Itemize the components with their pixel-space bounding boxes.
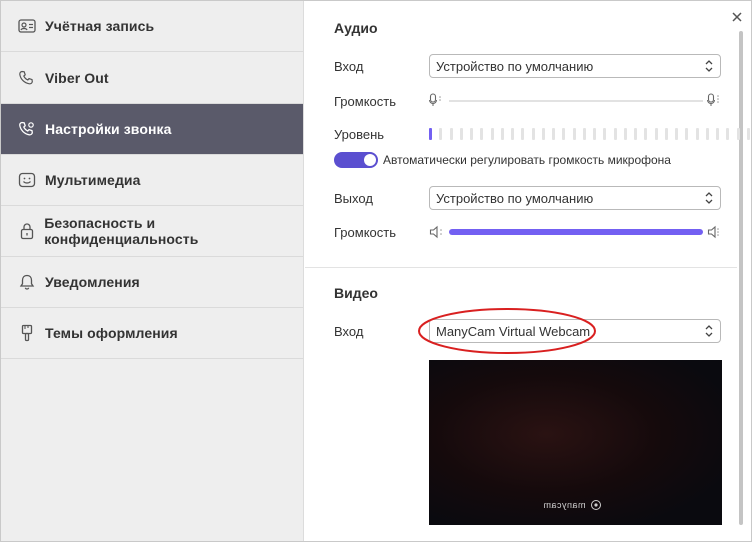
level-bar [531,128,535,140]
output-volume-label: Громкость [334,225,396,240]
settings-window: Учётная запись Viber Out Настройки звонк… [0,0,752,542]
level-bar [449,128,453,140]
level-bar [511,128,514,140]
phone-icon [17,68,37,88]
bell-icon [17,272,37,292]
speaker-low-icon [429,225,442,239]
close-icon [732,12,742,22]
level-bar [562,128,566,140]
level-bar [603,128,607,140]
level-bar [593,128,596,140]
scrollbar-thumb[interactable] [739,31,743,525]
level-bar [480,128,484,140]
speaker-high-icon [707,225,719,239]
level-bar [582,128,586,140]
level-bar [623,128,627,140]
manycam-watermark: manycam [543,499,602,511]
output-volume-slider[interactable] [449,229,703,235]
level-bar [654,128,658,140]
sidebar-item-notifications[interactable]: Уведомления [1,257,303,308]
audio-output-value: Устройство по умолчанию [436,190,594,206]
level-bar [675,128,678,140]
level-bar [746,128,750,140]
updown-chevron-icon [705,192,713,204]
smiley-icon [17,170,37,190]
audio-input-select[interactable]: Устройство по умолчанию [429,54,721,78]
toggle-knob [364,154,376,166]
sidebar-item-security[interactable]: Безопасность и конфиденциальность [1,206,303,257]
sidebar-item-label: Viber Out [45,70,109,86]
auto-gain-label: Автоматически регулировать громкость мик… [383,153,671,167]
level-bar [685,128,689,140]
auto-gain-toggle[interactable] [334,152,378,168]
mic-level-meter [429,128,752,140]
sidebar-item-label: Учётная запись [45,18,155,34]
sidebar-item-label: Уведомления [45,274,140,290]
level-bar [613,128,617,140]
video-input-label: Вход [334,324,364,339]
audio-input-label: Вход [334,59,364,74]
sidebar-item-label: Безопасность и конфиденциальность [44,215,199,247]
sidebar-item-label: Темы оформления [45,325,178,341]
updown-chevron-icon [705,60,713,72]
lock-icon [17,221,36,241]
audio-section-title: Аудио [334,20,378,36]
sidebar-item-label: Настройки звонка [45,121,172,137]
level-bar [459,128,463,140]
account-card-icon [17,16,37,36]
level-bar [500,128,504,140]
audio-output-label: Выход [334,191,373,206]
level-bar [439,128,443,140]
level-bar [664,128,668,140]
mic-level-label: Уровень [334,127,385,142]
sidebar-item-viber-out[interactable]: Viber Out [1,53,303,104]
video-section-title: Видео [334,285,378,301]
level-bar [429,128,432,140]
video-input-select[interactable]: ManyCam Virtual Webcam [429,319,721,343]
level-bar [572,128,576,140]
sidebar-item-multimedia[interactable]: Мультимедиа [1,155,303,206]
sidebar-item-call-settings[interactable]: Настройки звонка [1,104,303,155]
brush-icon [17,323,37,343]
sidebar-item-themes[interactable]: Темы оформления [1,308,303,359]
level-bar [470,128,473,140]
audio-output-select[interactable]: Устройство по умолчанию [429,186,721,210]
close-button[interactable] [729,9,745,25]
video-input-value: ManyCam Virtual Webcam [436,323,591,339]
level-bar [726,128,730,140]
audio-input-value: Устройство по умолчанию [436,58,594,74]
level-bar [695,128,699,140]
updown-chevron-icon [705,325,713,337]
sidebar-item-account[interactable]: Учётная запись [1,1,303,52]
section-divider [305,267,737,268]
manycam-logo-icon [590,500,601,510]
level-bar [644,128,648,140]
settings-sidebar: Учётная запись Viber Out Настройки звонк… [1,1,304,541]
mic-volume-label: Громкость [334,94,396,109]
level-bar [490,128,494,140]
level-bar [634,128,637,140]
sidebar-item-label: Мультимедиа [45,172,141,188]
level-bar [716,128,719,140]
level-bar [521,128,525,140]
phone-settings-icon [17,119,37,139]
level-bar [705,128,709,140]
mic-high-icon [707,93,719,106]
mic-volume-slider[interactable] [449,100,703,102]
level-bar [736,128,740,140]
mic-low-icon [429,93,441,106]
level-bar [541,128,545,140]
level-bar [552,128,555,140]
